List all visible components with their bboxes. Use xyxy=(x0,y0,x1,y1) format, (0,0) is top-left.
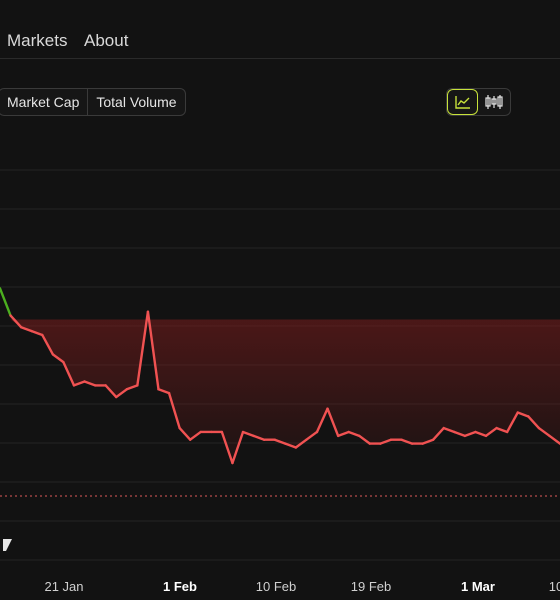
x-tick-label: 19 Feb xyxy=(350,579,392,594)
x-tick-label: 10 Feb xyxy=(255,579,297,594)
chart-view-toggle xyxy=(446,88,511,116)
candlestick-chart-icon xyxy=(484,95,503,109)
tradingview-logo-icon xyxy=(3,539,12,551)
tab-total-volume[interactable]: Total Volume xyxy=(87,89,184,115)
x-tick-label: 1 Feb xyxy=(163,579,197,594)
series-line-segment xyxy=(0,287,12,317)
market-cap-chart[interactable] xyxy=(0,150,560,570)
chart-metric-tabs: Market Cap Total Volume xyxy=(0,88,186,116)
x-tick-label: 1 Mar xyxy=(461,579,495,594)
line-chart-button[interactable] xyxy=(447,89,478,115)
x-tick-label: 10 xyxy=(548,579,560,594)
x-tick-label: 21 Jan xyxy=(44,579,84,594)
tab-market-cap[interactable]: Market Cap xyxy=(0,89,87,115)
nav-about[interactable]: About xyxy=(84,31,128,51)
chart-series xyxy=(0,287,560,497)
candlestick-chart-button[interactable] xyxy=(478,89,509,115)
line-chart-icon xyxy=(454,96,470,109)
top-nav: Markets About xyxy=(0,0,560,59)
nav-markets[interactable]: Markets xyxy=(7,31,67,51)
